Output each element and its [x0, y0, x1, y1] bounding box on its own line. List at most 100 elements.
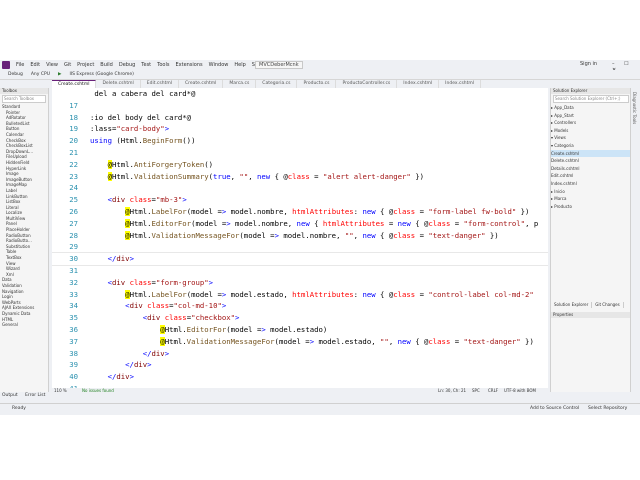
code-line[interactable]: 24	[52, 182, 548, 194]
menu-item-test[interactable]: Test	[141, 62, 151, 68]
menu-item-project[interactable]: Project	[77, 62, 94, 68]
document-tab[interactable]: Create.cshtml	[52, 80, 97, 88]
code-line[interactable]: 27 @Html.EditorFor(model => model.nombre…	[52, 218, 548, 230]
line-number: 22	[69, 159, 78, 169]
code-line[interactable]: 19:lass="card-body">	[52, 123, 548, 135]
document-tab[interactable]: ProductoController.cs	[336, 80, 398, 88]
document-tab[interactable]: Delete.cshtml	[96, 80, 141, 88]
solution-tree-item[interactable]: ▸ App_Data	[551, 104, 631, 112]
menu-item-edit[interactable]: Edit	[30, 62, 40, 68]
code-text: </div>	[107, 254, 134, 264]
code-line[interactable]: 32 <div class="form-group">	[52, 277, 548, 289]
code-line[interactable]: 28 @Html.ValidationMessageFor(model => m…	[52, 230, 548, 242]
tab-error-list[interactable]: Error List	[25, 393, 45, 398]
menu-item-debug[interactable]: Debug	[119, 62, 135, 68]
line-number: 38	[69, 348, 78, 358]
solution-tree-item[interactable]: Create.cshtml	[551, 149, 631, 158]
menu-item-extensions[interactable]: Extensions	[175, 62, 202, 68]
code-text: del a cabera del card*@	[90, 89, 196, 98]
tab-output[interactable]: Output	[2, 393, 18, 398]
code-line[interactable]: 18 :io del body del card*@	[52, 112, 548, 124]
code-line[interactable]: 21	[52, 147, 548, 159]
code-text: </div>	[125, 360, 152, 370]
code-text: @Html.EditorFor(model => model.estado)	[160, 324, 328, 334]
code-editor[interactable]: del a cabera del card*@ 17 18 :io del body …	[52, 88, 548, 388]
code-line[interactable]: del a cabera del card*@	[52, 88, 548, 100]
menu-item-file[interactable]: File	[16, 62, 24, 68]
menu-item-view[interactable]: View	[46, 62, 58, 68]
solution-tree-item[interactable]: Details.cshtml	[551, 165, 631, 173]
sign-in-link[interactable]: Sign in	[580, 61, 597, 67]
line-number: 18	[69, 112, 78, 122]
code-line[interactable]: 36 @Html.EditorFor(model => model.estado…	[52, 324, 548, 336]
code-text: @Html.ValidationMessageFor(model => mode…	[160, 336, 534, 346]
solution-tree-item[interactable]: ▾ Views	[551, 134, 631, 142]
tab-git-changes[interactable]: Git Changes	[592, 302, 624, 308]
solution-search-input[interactable]: Search Solution Explorer (Ctrl+;)	[553, 95, 629, 103]
line-number: 34	[69, 301, 78, 311]
explorer-tabs: Solution Explorer Git Changes	[551, 302, 631, 308]
document-tab[interactable]: Index.cshtml	[439, 80, 482, 88]
code-line[interactable]: 29	[52, 241, 548, 253]
solution-tree-item[interactable]: ▸ App_Start	[551, 112, 631, 120]
solution-tree-item[interactable]: Delete.cshtml	[551, 157, 631, 165]
code-line[interactable]: 20 using (Html.BeginForm())	[52, 135, 548, 147]
line-number: 24	[69, 183, 78, 193]
solution-tree-item[interactable]: ▸ Marca	[551, 195, 631, 203]
code-line[interactable]: 33 @Html.LabelFor(model => model.estado,…	[52, 289, 548, 301]
code-line[interactable]: 30 </div>	[52, 252, 548, 266]
menu-item-window[interactable]: Window	[209, 62, 229, 68]
line-number: 30	[69, 254, 78, 264]
document-tab[interactable]: Categoria.cs	[256, 80, 298, 88]
solution-tree-item[interactable]: Index.cshtml	[551, 180, 631, 188]
solution-explorer-header: Solution Explorer	[551, 88, 631, 94]
code-text: <div class="col-md-10">	[125, 301, 227, 311]
code-line[interactable]: 25 <div class="mb-3">	[52, 194, 548, 206]
code-line[interactable]: 31	[52, 265, 548, 277]
diagnostic-tools-tab[interactable]: Diagnostic Tools	[632, 92, 637, 124]
code-line[interactable]: 38 </div>	[52, 348, 548, 360]
code-line[interactable]: 35 <div class="checkbox">	[52, 312, 548, 324]
code-line[interactable]: 39 </div>	[52, 359, 548, 371]
code-line[interactable]: 26 @Html.LabelFor(model => model.nombre,…	[52, 206, 548, 218]
code-line[interactable]: 37 @Html.ValidationMessageFor(model => m…	[52, 336, 548, 348]
code-text: <div class="mb-3">	[107, 195, 187, 205]
document-tab[interactable]: Edit.cshtml	[141, 80, 179, 88]
menu-item-tools[interactable]: Tools	[157, 62, 169, 68]
toolbox-search-input[interactable]: Search Toolbox	[2, 95, 46, 103]
tab-solution-explorer[interactable]: Solution Explorer	[551, 302, 593, 308]
toolbox-section[interactable]: General	[0, 322, 48, 328]
code-line[interactable]: 34 <div class="col-md-10">	[52, 300, 548, 312]
document-tab[interactable]: Marca.cs	[223, 80, 257, 88]
code-line[interactable]: 40 </div>	[52, 371, 548, 383]
document-tab[interactable]: Producto.cs	[297, 80, 337, 88]
code-text: @Html.AntiForgeryToken()	[107, 159, 214, 169]
platform-dropdown[interactable]: Any CPU	[31, 72, 50, 77]
source-control-button[interactable]: Add to Source Control	[530, 404, 579, 414]
code-line[interactable]: 23 @Html.ValidationSummary(true, "", new…	[52, 171, 548, 183]
solution-tree-item[interactable]: ▸ Inicio	[551, 188, 631, 196]
code-text: :io del body del card*@	[90, 112, 192, 122]
run-target-button[interactable]: IIS Express (Google Chrome)	[69, 72, 133, 77]
line-number: 33	[69, 289, 78, 299]
menu-item-git[interactable]: Git	[64, 62, 71, 68]
menu-item-build[interactable]: Build	[100, 62, 113, 68]
document-tab[interactable]: Index.cshtml	[397, 80, 440, 88]
menu-item-help[interactable]: Help	[234, 62, 245, 68]
line-number: 19	[69, 124, 78, 134]
code-line[interactable]: 17	[52, 100, 548, 112]
code-line[interactable]: 22 @Html.AntiForgeryToken()	[52, 159, 548, 171]
solution-tree-item[interactable]: ▸ Producto	[551, 203, 631, 211]
code-text: @Html.ValidationMessageFor(model => mode…	[125, 230, 499, 240]
solution-tree-item[interactable]: ▾ Categoria	[551, 142, 631, 150]
document-tab[interactable]: Create.cshtml	[179, 80, 224, 88]
config-dropdown[interactable]: Debug	[8, 72, 23, 77]
solution-tree-item[interactable]: ▸ Controllers	[551, 119, 631, 127]
select-repository-button[interactable]: Select Repository	[588, 404, 627, 414]
solution-tree-item[interactable]: ▸ Models	[551, 127, 631, 135]
solution-tree-item[interactable]: Edit.cshtml	[551, 172, 631, 180]
line-number: 20	[69, 136, 78, 146]
line-number: 23	[69, 171, 78, 181]
line-number: 32	[69, 277, 78, 287]
run-icon[interactable]: ▶	[58, 72, 61, 77]
